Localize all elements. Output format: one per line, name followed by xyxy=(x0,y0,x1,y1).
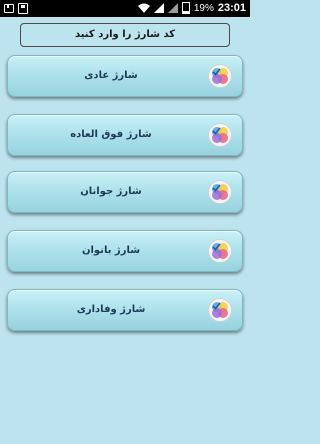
battery-percent: 19% xyxy=(193,2,214,14)
charge-code-placeholder: کد شارژ را وارد کنید xyxy=(74,29,176,40)
menu-button-loyalty-charge[interactable]: شارژ وفاداری xyxy=(7,289,243,331)
menu-button-label: شارژ بانوان xyxy=(81,245,141,256)
menu-button-label: شارژ عادی xyxy=(84,70,138,81)
menu-button-label: شارژ فوق العاده xyxy=(70,129,152,140)
menu-button-youth-charge[interactable]: شارژ جوانان xyxy=(7,171,243,213)
signal-secondary-icon xyxy=(167,3,178,13)
battery-icon xyxy=(181,2,190,14)
menu-button-label: شارژ جوانان xyxy=(80,186,142,197)
menu-button-label: شارژ وفاداری xyxy=(76,304,146,315)
operator-petals-icon xyxy=(208,239,232,263)
menu-button-women-charge[interactable]: شارژ بانوان xyxy=(7,230,243,272)
status-bar: 19% 23:01 xyxy=(0,0,250,17)
operator-petals-icon xyxy=(208,298,232,322)
signal-icon xyxy=(153,3,164,13)
clock: 23:01 xyxy=(217,2,246,14)
menu-button-regular-charge[interactable]: شارژ عادی xyxy=(7,55,243,97)
download-icon xyxy=(18,3,28,14)
operator-petals-icon xyxy=(208,64,232,88)
notification-icons xyxy=(4,3,28,14)
wifi-icon xyxy=(137,3,150,13)
operator-petals-icon xyxy=(208,180,232,204)
operator-petals-icon xyxy=(208,123,232,147)
message-icon xyxy=(4,4,14,13)
system-indicators: 19% 23:01 xyxy=(137,2,246,14)
menu-button-super-charge[interactable]: شارژ فوق العاده xyxy=(7,114,243,156)
charge-code-input[interactable]: کد شارژ را وارد کنید xyxy=(20,23,230,47)
